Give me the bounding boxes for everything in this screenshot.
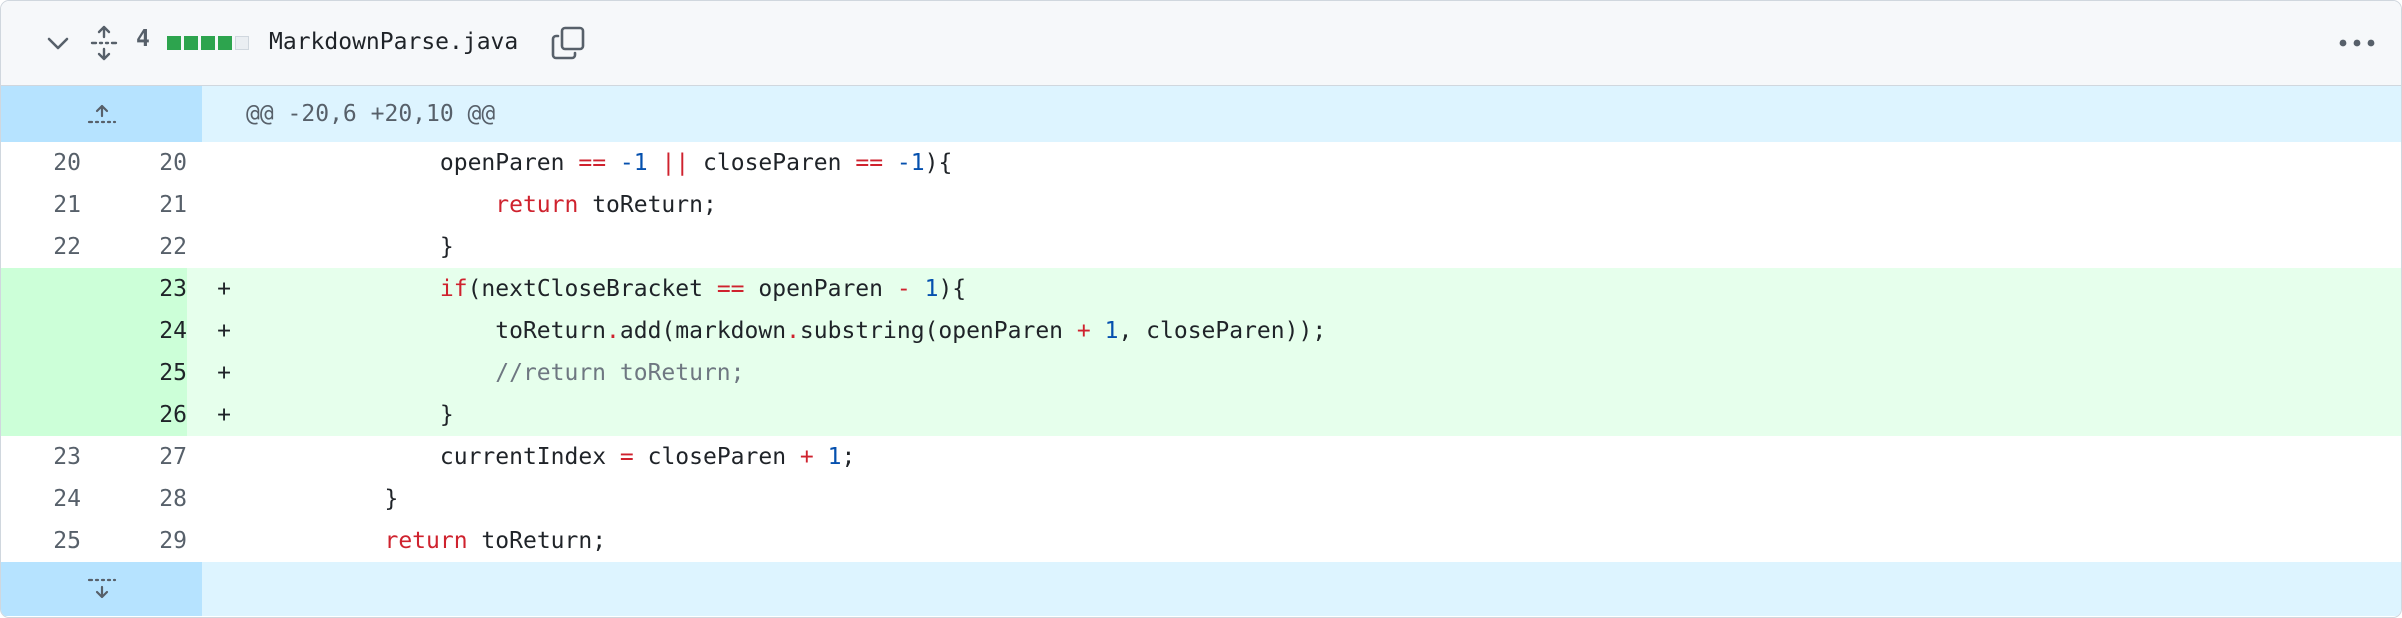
diff-line-addition: 24 + toReturn.add(markdown.substring(ope… — [1, 310, 2401, 352]
old-line-number[interactable] — [1, 394, 81, 436]
new-line-number[interactable]: 20 — [81, 142, 187, 184]
diff-marker: + — [187, 310, 246, 352]
diff-line: 23 27 currentIndex = closeParen + 1; — [1, 436, 2401, 478]
code-line: currentIndex = closeParen + 1; — [439, 444, 856, 470]
fold-down-icon — [87, 578, 116, 599]
new-line-number[interactable]: 21 — [81, 184, 187, 226]
diff-marker — [187, 184, 246, 226]
code-line: //return toReturn; — [246, 352, 2401, 394]
old-line-number[interactable]: 23 — [1, 436, 81, 478]
code-line: } — [384, 486, 399, 512]
diff-line-addition: 26 + } — [1, 394, 2401, 436]
expand-footer-row — [1, 562, 2401, 616]
code-line: } — [246, 394, 2401, 436]
file-header: 4 MarkdownParse.java — [1, 1, 2401, 86]
diff-marker: + — [187, 352, 246, 394]
new-line-number[interactable]: 29 — [81, 520, 187, 562]
new-line-number[interactable]: 24 — [81, 310, 187, 352]
diff-marker — [187, 520, 246, 562]
code-line: return toReturn; — [495, 192, 717, 218]
file-name-link[interactable]: MarkdownParse.java — [269, 29, 518, 55]
old-line-number[interactable]: 21 — [1, 184, 81, 226]
diff-line-addition: 25 + //return toReturn; — [1, 352, 2401, 394]
diff-marker — [187, 226, 246, 268]
changes-count: 4 — [136, 26, 150, 52]
diffstat-neutral-block — [235, 36, 249, 50]
code-line: toReturn.add(markdown.substring(openPare… — [246, 310, 2401, 352]
copy-path-button[interactable] — [551, 25, 585, 61]
diff-marker: + — [187, 268, 246, 310]
diff-marker: + — [187, 394, 246, 436]
kebab-horizontal-icon — [2339, 39, 2375, 47]
diff-marker — [187, 142, 246, 184]
new-line-number[interactable]: 28 — [81, 478, 187, 520]
unfold-icon — [90, 25, 118, 61]
fold-up-icon — [87, 104, 116, 124]
collapse-button[interactable] — [43, 29, 73, 59]
old-line-number[interactable] — [1, 268, 81, 310]
expand-footer-area — [202, 562, 2401, 616]
diff-line: 21 21 return toReturn; — [1, 184, 2401, 226]
new-line-number[interactable]: 22 — [81, 226, 187, 268]
more-options-button[interactable] — [2337, 27, 2377, 59]
copy-icon — [551, 26, 585, 60]
diff-line: 24 28 } — [1, 478, 2401, 520]
diffstat-addition-block — [184, 36, 198, 50]
diffstat — [167, 36, 249, 50]
old-line-number[interactable]: 24 — [1, 478, 81, 520]
old-line-number[interactable] — [1, 352, 81, 394]
chevron-down-icon — [47, 37, 69, 50]
diff-line-addition: 23 + if(nextCloseBracket == openParen - … — [1, 268, 2401, 310]
hunk-label: @@ -20,6 +20,10 @@ — [202, 86, 2401, 142]
old-line-number[interactable]: 20 — [1, 142, 81, 184]
code-line: } — [439, 234, 454, 260]
diff-marker — [187, 478, 246, 520]
diffstat-addition-block — [218, 36, 232, 50]
old-line-number[interactable]: 25 — [1, 520, 81, 562]
file-diff: 4 MarkdownParse.java @@ -20,6 +20,10 @@ … — [0, 0, 2402, 618]
new-line-number[interactable]: 26 — [81, 394, 187, 436]
new-line-number[interactable]: 23 — [81, 268, 187, 310]
diffstat-addition-block — [201, 36, 215, 50]
diff-line: 22 22 } — [1, 226, 2401, 268]
old-line-number[interactable]: 22 — [1, 226, 81, 268]
diff-line: 20 20 openParen == -1 || closeParen == -… — [1, 142, 2401, 184]
code-line: if(nextCloseBracket == openParen - 1){ — [246, 268, 2401, 310]
diff-marker — [187, 436, 246, 478]
expand-all-button[interactable] — [89, 25, 119, 61]
diffstat-addition-block — [167, 36, 181, 50]
new-line-number[interactable]: 25 — [81, 352, 187, 394]
code-line: return toReturn; — [384, 528, 607, 554]
old-line-number[interactable] — [1, 310, 81, 352]
new-line-number[interactable]: 27 — [81, 436, 187, 478]
hunk-header-row: @@ -20,6 +20,10 @@ — [1, 86, 2401, 142]
diff-line: 25 29 return toReturn; — [1, 520, 2401, 562]
expand-up-button[interactable] — [1, 86, 202, 142]
expand-down-button[interactable] — [1, 562, 202, 616]
code-line: openParen == -1 || closeParen == -1){ — [439, 150, 953, 176]
